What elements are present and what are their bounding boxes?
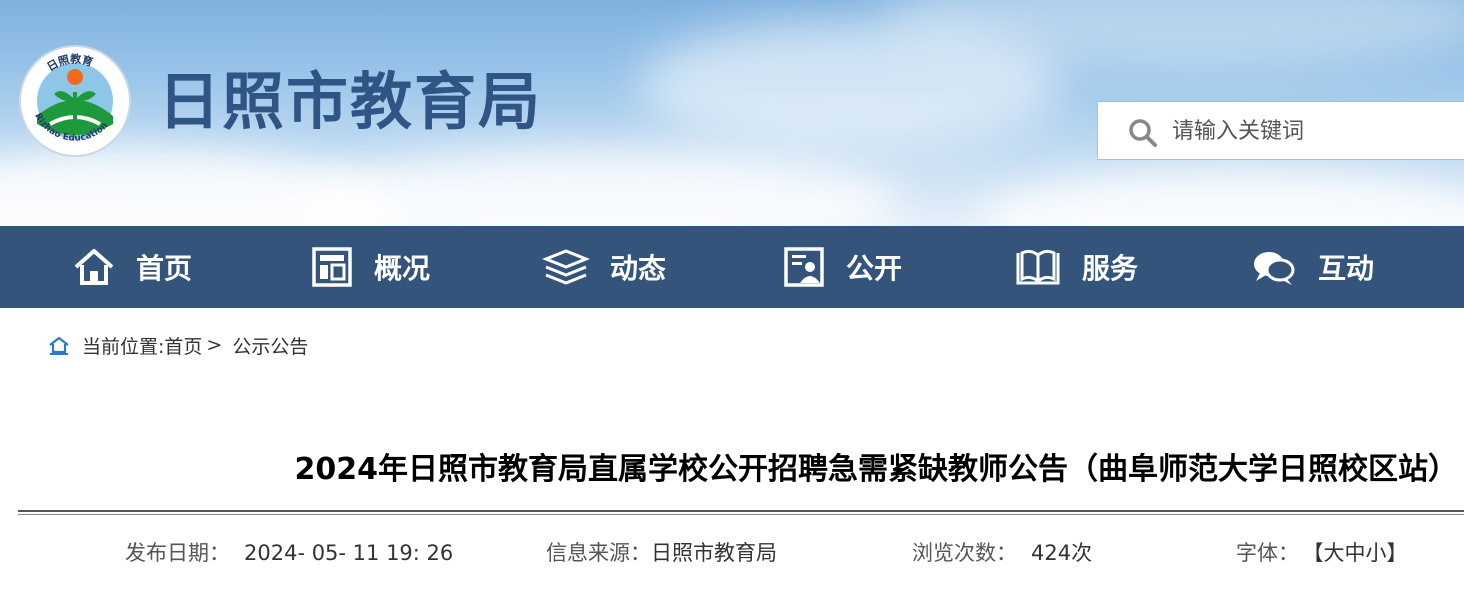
view-count-value: 424次	[1031, 541, 1093, 565]
breadcrumb: 当前位置: 首页 > 公示公告	[48, 330, 308, 360]
title-divider	[18, 514, 1464, 515]
publish-date-label: 发布日期：	[125, 541, 230, 565]
search-box[interactable]	[1097, 101, 1464, 160]
breadcrumb-separator: >	[206, 334, 223, 356]
font-size-label: 字体：	[1236, 541, 1299, 565]
nav-label-service: 服务	[1082, 252, 1139, 285]
cloud-decoration	[980, 170, 1464, 226]
font-size-small-button[interactable]: 小	[1366, 541, 1387, 565]
nav-label-public: 公开	[846, 252, 903, 285]
site-header: 日照教育 Rizhao Education 日照市教育局	[0, 0, 1464, 226]
search-input[interactable]	[1172, 112, 1452, 150]
nav-label-home: 首页	[136, 252, 193, 285]
view-count-label: 浏览次数：	[912, 541, 1017, 565]
info-source-label: 信息来源：	[546, 541, 651, 565]
chat-icon	[1254, 252, 1295, 285]
nav-item-home[interactable]: 首页	[72, 226, 192, 308]
title-divider	[18, 510, 1464, 512]
article-title: 2024年日照市教育局直属学校公开招聘急需紧缺教师公告（曲阜师范大学日照校区站）	[294, 452, 1459, 487]
public-info-icon	[784, 247, 824, 287]
cloud-decoration	[300, 150, 900, 226]
font-size-large-button[interactable]: 大	[1324, 541, 1345, 565]
publish-date-value: 2024- 05- 11 19: 26	[244, 541, 454, 565]
font-size-medium-button[interactable]: 中	[1345, 541, 1366, 565]
font-bracket-close: 】	[1386, 541, 1408, 565]
nav-item-public[interactable]: 公开	[782, 226, 902, 308]
nav-label-news: 动态	[610, 252, 667, 285]
home-icon	[74, 249, 114, 285]
breadcrumb-prefix: 当前位置:	[82, 335, 165, 358]
breadcrumb-current-link[interactable]: 公示公告	[232, 332, 308, 359]
breadcrumb-home-icon	[49, 336, 69, 355]
info-source: 信息来源：日照市教育局	[546, 538, 777, 568]
view-count: 浏览次数： 424次	[912, 538, 1092, 568]
nav-item-interaction[interactable]: 互动	[1250, 226, 1374, 308]
main-nav: 首页 概况 动态 公开 服务 互动	[0, 226, 1464, 308]
nav-item-overview[interactable]: 概况	[310, 226, 430, 308]
font-size-options: 【大中小】	[1313, 541, 1408, 565]
search-icon[interactable]	[1128, 118, 1158, 148]
news-stack-icon	[542, 249, 590, 285]
breadcrumb-home-link[interactable]: 首页	[164, 332, 202, 359]
publish-date: 发布日期： 2024- 05- 11 19: 26	[125, 538, 453, 568]
nav-item-service[interactable]: 服务	[1014, 226, 1138, 308]
font-size-control: 字体： 【大中小】	[1236, 538, 1408, 568]
nav-label-overview: 概况	[374, 252, 431, 285]
nav-label-interaction: 互动	[1318, 252, 1375, 285]
site-title[interactable]: 日照市教育局	[158, 62, 542, 142]
font-bracket-open: 【	[1313, 541, 1324, 565]
overview-icon	[312, 247, 352, 287]
book-icon	[1016, 249, 1060, 285]
nav-item-news[interactable]: 动态	[542, 226, 666, 308]
info-source-value: 日照市教育局	[651, 541, 777, 565]
rizhao-education-logo[interactable]: 日照教育 Rizhao Education	[18, 44, 132, 158]
